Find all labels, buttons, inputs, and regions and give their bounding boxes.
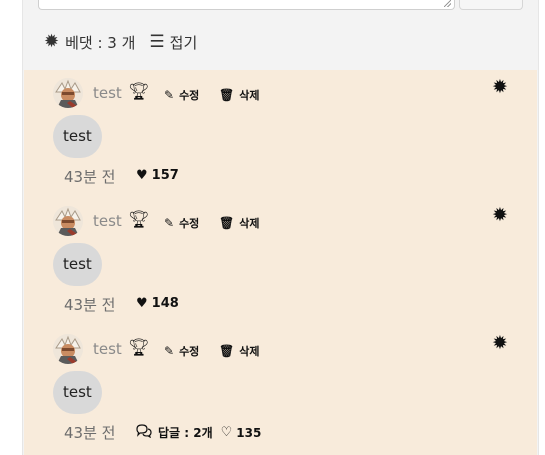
like-count: 135 xyxy=(236,425,262,440)
gear-icon: ✹ xyxy=(44,31,60,52)
comment-text: test xyxy=(53,243,102,286)
trophy-icon: 🏆︎ xyxy=(128,210,150,230)
heart-outline-icon[interactable]: ♡ xyxy=(221,425,233,440)
like-count: 148 xyxy=(151,296,179,311)
comment-meta-bar: ✹ 베댓 : 3 개 ☰ 접기 xyxy=(44,31,197,53)
comment-item: test 🏆︎ ✎ 수정 🗑︎ 삭제 ✹ test 43분 전 답글: 2개 … xyxy=(24,326,537,454)
comment-time: 43분 전 xyxy=(64,296,116,314)
comment-panel: ✹ 베댓 : 3 개 ☰ 접기 test 🏆︎ ✎ 수정 🗑︎ 삭제 ✹ tes… xyxy=(22,0,539,455)
comment-textarea[interactable] xyxy=(38,0,455,10)
best-comment-count: 베댓 : 3 개 xyxy=(65,33,136,52)
heart-icon: ♥ xyxy=(136,168,148,183)
list-icon[interactable]: ☰ xyxy=(149,32,164,52)
edit-button[interactable]: ✎ 수정 xyxy=(164,215,199,231)
author-name[interactable]: test xyxy=(93,84,122,102)
avatar[interactable] xyxy=(53,78,83,108)
edit-label: 수정 xyxy=(179,217,200,230)
gear-icon[interactable]: ✹ xyxy=(492,78,508,97)
chat-bubble-icon[interactable] xyxy=(136,424,152,441)
comment-text: test xyxy=(53,115,102,158)
comment-list: test 🏆︎ ✎ 수정 🗑︎ 삭제 ✹ test 43분 전 ♥ 157 te… xyxy=(24,70,537,455)
edit-label: 수정 xyxy=(179,345,200,358)
trophy-icon: 🏆︎ xyxy=(128,82,150,102)
trash-icon: 🗑︎ xyxy=(219,216,235,230)
pencil-icon: ✎ xyxy=(164,344,175,358)
submit-button[interactable] xyxy=(459,0,523,10)
delete-label: 삭제 xyxy=(239,217,260,230)
pencil-icon: ✎ xyxy=(164,88,175,102)
like-button[interactable]: ♥ 148 xyxy=(136,296,179,311)
trash-icon: 🗑︎ xyxy=(219,88,235,102)
delete-button[interactable]: 🗑︎ 삭제 xyxy=(219,343,259,359)
author-name[interactable]: test xyxy=(93,340,122,358)
delete-button[interactable]: 🗑︎ 삭제 xyxy=(219,215,259,231)
comment-time: 43분 전 xyxy=(64,424,116,442)
replies-toggle[interactable]: 답글 : 2개 xyxy=(158,424,213,441)
trash-icon: 🗑︎ xyxy=(219,344,235,358)
comment-item: test 🏆︎ ✎ 수정 🗑︎ 삭제 ✹ test 43분 전 ♥ 157 xyxy=(24,70,537,198)
pencil-icon: ✎ xyxy=(164,216,175,230)
avatar[interactable] xyxy=(53,206,83,236)
gear-icon[interactable]: ✹ xyxy=(492,206,508,225)
delete-button[interactable]: 🗑︎ 삭제 xyxy=(219,87,259,103)
comment-item: test 🏆︎ ✎ 수정 🗑︎ 삭제 ✹ test 43분 전 ♥ 148 xyxy=(24,198,537,326)
resize-grip-icon[interactable] xyxy=(444,0,451,7)
avatar[interactable] xyxy=(53,334,83,364)
edit-button[interactable]: ✎ 수정 xyxy=(164,343,199,359)
trophy-icon: 🏆︎ xyxy=(128,338,150,358)
delete-label: 삭제 xyxy=(239,89,260,102)
reply-and-like-row: 답글 : 2개 ♡ 135 xyxy=(136,424,261,441)
like-button[interactable]: ♥ 157 xyxy=(136,168,179,183)
comment-time: 43분 전 xyxy=(64,168,116,186)
edit-label: 수정 xyxy=(179,89,200,102)
edit-button[interactable]: ✎ 수정 xyxy=(164,87,199,103)
gear-icon[interactable]: ✹ xyxy=(492,334,508,353)
like-count: 157 xyxy=(151,168,179,183)
delete-label: 삭제 xyxy=(239,345,260,358)
comment-text: test xyxy=(53,371,102,414)
author-name[interactable]: test xyxy=(93,212,122,230)
collapse-toggle[interactable]: 접기 xyxy=(170,32,198,53)
heart-icon: ♥ xyxy=(136,296,148,311)
